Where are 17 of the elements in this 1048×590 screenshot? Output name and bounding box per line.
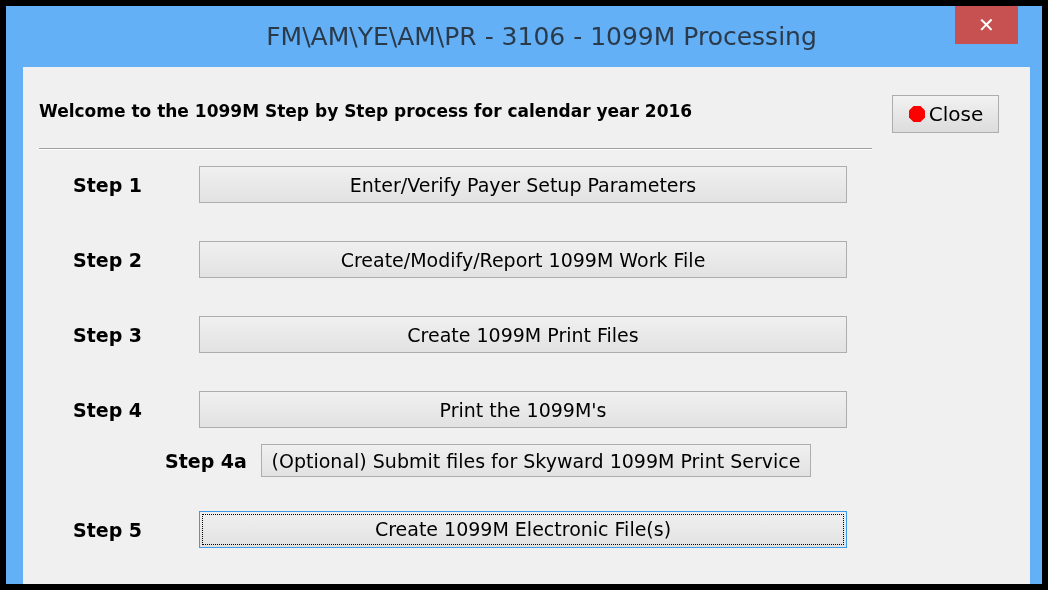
close-window-button[interactable]: ✕ [955, 6, 1018, 44]
step-label: Step 5 [72, 518, 144, 541]
step-button[interactable]: Enter/Verify Payer Setup Parameters [199, 166, 847, 203]
close-button[interactable]: Close [892, 95, 999, 133]
step-button[interactable]: Create 1099M Electronic File(s) [199, 511, 847, 548]
step-label: Step 1 [72, 173, 144, 196]
step-button[interactable]: (Optional) Submit files for Skyward 1099M Print Service [261, 444, 811, 477]
step-label: Step 3 [72, 323, 144, 346]
window-title: FM\AM\YE\AM\PR - 3106 - 1099M Processing [266, 22, 817, 51]
step-button[interactable]: Print the 1099M's [199, 391, 847, 428]
welcome-heading: Welcome to the 1099M Step by Step process for calendar year 2016 [39, 101, 693, 121]
stop-icon [907, 105, 926, 123]
step-label: Step 2 [72, 248, 144, 271]
step-label: Step 4 [72, 398, 144, 421]
step-button[interactable]: Create/Modify/Report 1099M Work File [199, 241, 847, 278]
step-label: Step 4a [164, 449, 248, 472]
step-button[interactable]: Create 1099M Print Files [199, 316, 847, 353]
